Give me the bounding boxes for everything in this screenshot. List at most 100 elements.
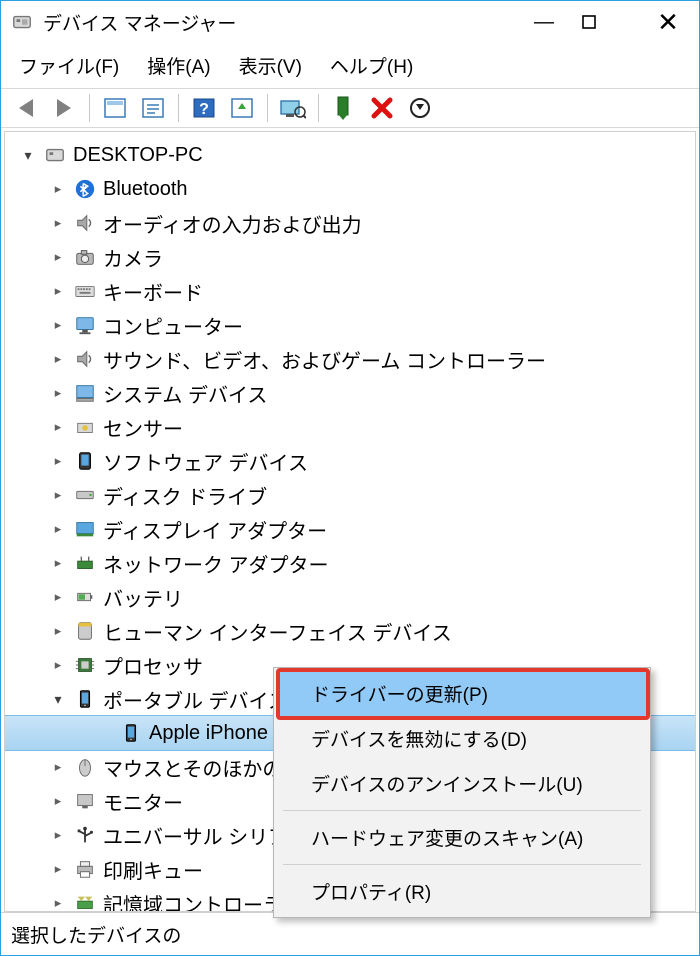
tree-node-label: Bluetooth (103, 178, 188, 201)
tree-category-audio_io[interactable]: オーディオの入力および出力 (5, 206, 695, 240)
menu-action[interactable]: 操作(A) (133, 49, 224, 82)
tree-category-software[interactable]: ソフトウェア デバイス (5, 444, 695, 478)
system-icon (73, 381, 97, 405)
expander-icon[interactable] (49, 588, 67, 606)
expander-icon[interactable] (49, 894, 67, 912)
expander-icon[interactable] (49, 316, 67, 334)
tree-node-label: サウンド、ビデオ、およびゲーム コントローラー (103, 345, 546, 374)
expander-icon[interactable] (49, 214, 67, 232)
monitor-icon (73, 313, 97, 337)
tree-node-label: ポータブル デバイス (103, 685, 288, 714)
printer-icon (73, 857, 97, 881)
expander-icon[interactable] (49, 520, 67, 538)
app-icon (11, 11, 33, 33)
expander-icon[interactable] (49, 622, 67, 640)
nav-back-button[interactable] (10, 93, 42, 123)
expander-icon[interactable] (49, 180, 67, 198)
speaker-icon (73, 211, 97, 235)
sensor-icon (73, 415, 97, 439)
tree-node-label: ネットワーク アダプター (103, 549, 329, 578)
tree-category-disk[interactable]: ディスク ドライブ (5, 478, 695, 512)
tree-category-computer[interactable]: コンピューター (5, 308, 695, 342)
speaker-icon (73, 347, 97, 371)
expander-icon[interactable] (49, 860, 67, 878)
computer-icon (43, 143, 67, 167)
tree-node-label: カメラ (103, 243, 163, 272)
status-bar: 選択したデバイスの (1, 912, 699, 955)
toolbar-separator (178, 94, 179, 122)
properties-button[interactable] (137, 93, 169, 123)
update-driver-button[interactable] (226, 93, 258, 123)
tree-node-label: センサー (103, 413, 183, 442)
tree-category-bluetooth[interactable]: Bluetooth (5, 172, 695, 206)
expander-icon[interactable] (49, 826, 67, 844)
keyboard-icon (73, 279, 97, 303)
tree-category-sensor[interactable]: センサー (5, 410, 695, 444)
tree-node-label: オーディオの入力および出力 (103, 209, 362, 238)
help-button[interactable]: ? (188, 93, 220, 123)
tree-node-label: モニター (103, 787, 183, 816)
display-icon (73, 517, 97, 541)
minimize-button[interactable]: — (513, 1, 575, 43)
toolbar-separator (267, 94, 268, 122)
close-button[interactable]: ✕ (637, 1, 699, 43)
expander-icon[interactable] (49, 690, 67, 708)
tree-category-display[interactable]: ディスプレイ アダプター (5, 512, 695, 546)
expander-icon[interactable] (95, 724, 113, 742)
battery-icon (73, 585, 97, 609)
tree-category-battery[interactable]: バッテリ (5, 580, 695, 614)
ctx-scan-hardware[interactable]: ハードウェア変更のスキャン(A) (277, 815, 647, 860)
show-hidden-button[interactable] (99, 93, 131, 123)
expander-icon[interactable] (49, 792, 67, 810)
disable-device-button[interactable] (404, 93, 436, 123)
expander-icon[interactable] (49, 282, 67, 300)
menu-help[interactable]: ヘルプ(H) (316, 49, 427, 82)
tree-node-label: ディスク ドライブ (103, 481, 267, 510)
monitor2-icon (73, 789, 97, 813)
bluetooth-icon (73, 177, 97, 201)
window-title: デバイス マネージャー (43, 9, 513, 36)
ctx-disable-device[interactable]: デバイスを無効にする(D) (277, 716, 647, 761)
ctx-separator (283, 810, 641, 811)
expander-icon[interactable] (49, 486, 67, 504)
expander-icon[interactable] (49, 554, 67, 572)
status-text: 選択したデバイスの (11, 921, 181, 948)
expander-icon[interactable] (49, 418, 67, 436)
portable-icon (73, 687, 97, 711)
expander-icon[interactable] (19, 146, 37, 164)
ctx-update-driver[interactable]: ドライバーの更新(P) (277, 671, 647, 716)
scan-hardware-button[interactable] (277, 93, 309, 123)
tree-category-sound[interactable]: サウンド、ビデオ、およびゲーム コントローラー (5, 342, 695, 376)
expander-icon[interactable] (49, 248, 67, 266)
tree-category-network[interactable]: ネットワーク アダプター (5, 546, 695, 580)
tree-root[interactable]: DESKTOP-PC (5, 138, 695, 172)
storage-icon (73, 891, 97, 912)
tree-category-system[interactable]: システム デバイス (5, 376, 695, 410)
expander-icon[interactable] (49, 350, 67, 368)
enable-device-button[interactable] (328, 93, 360, 123)
menu-bar: ファイル(F) 操作(A) 表示(V) ヘルプ(H) (1, 43, 699, 88)
expander-icon[interactable] (49, 758, 67, 776)
mouse-icon (73, 755, 97, 779)
menu-view[interactable]: 表示(V) (225, 49, 316, 82)
tree-node-label: 印刷キュー (103, 855, 203, 884)
tree-category-keyboard[interactable]: キーボード (5, 274, 695, 308)
expander-icon[interactable] (49, 384, 67, 402)
ctx-separator (283, 864, 641, 865)
uninstall-device-button[interactable] (366, 93, 398, 123)
tree-node-label: コンピューター (103, 311, 243, 340)
nav-forward-button[interactable] (48, 93, 80, 123)
expander-icon[interactable] (49, 452, 67, 470)
ctx-uninstall-device[interactable]: デバイスのアンインストール(U) (277, 761, 647, 806)
tree-category-camera[interactable]: カメラ (5, 240, 695, 274)
ctx-properties[interactable]: プロパティ(R) (277, 869, 647, 914)
tree-node-label: ユニバーサル シリア (103, 821, 288, 850)
menu-file[interactable]: ファイル(F) (5, 49, 133, 82)
maximize-button[interactable] (575, 1, 637, 43)
window-controls: — ✕ (513, 1, 699, 43)
expander-icon[interactable] (49, 656, 67, 674)
toolbar-separator (318, 94, 319, 122)
tree-category-hid[interactable]: ヒューマン インターフェイス デバイス (5, 614, 695, 648)
hid-icon (73, 619, 97, 643)
camera-icon (73, 245, 97, 269)
